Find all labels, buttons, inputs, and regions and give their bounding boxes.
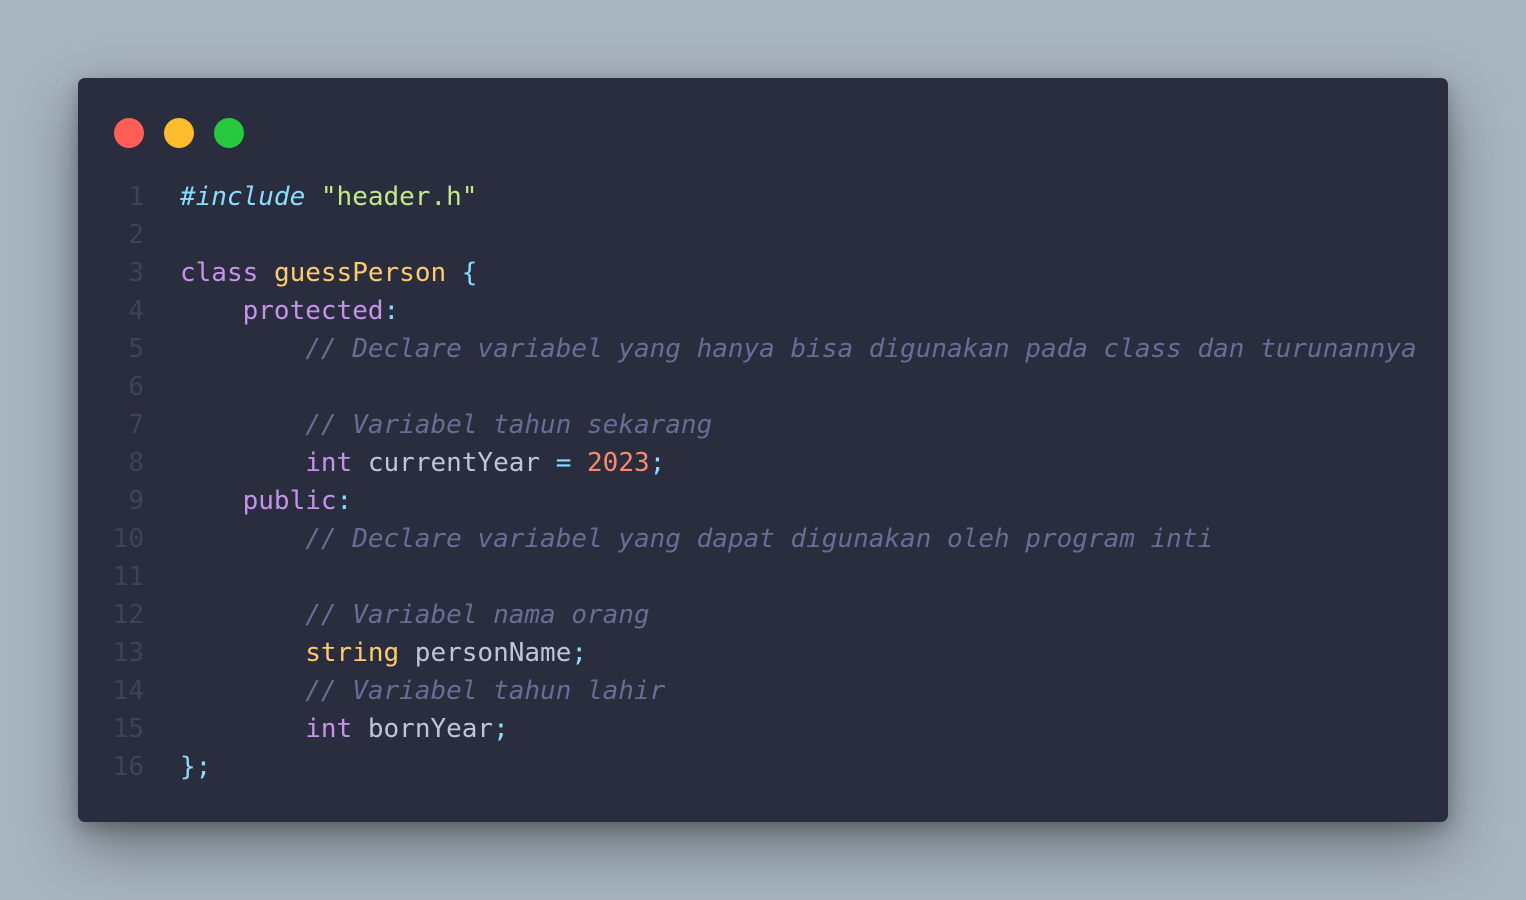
line-content: // Declare variabel yang hanya bisa digu… xyxy=(180,330,1417,368)
close-dot-icon[interactable] xyxy=(114,118,144,148)
code-line: 14 // Variabel tahun lahir xyxy=(78,672,1448,710)
code-line: 9 public: xyxy=(78,482,1448,520)
line-number: 1 xyxy=(128,182,144,212)
code-token-comment: // Variabel tahun sekarang xyxy=(305,410,713,440)
line-number: 11 xyxy=(112,562,144,592)
code-line: 7 // Variabel tahun sekarang xyxy=(78,406,1448,444)
line-number: 5 xyxy=(128,334,144,364)
line-content: // Variabel tahun lahir xyxy=(180,672,665,710)
line-number: 10 xyxy=(112,524,144,554)
line-number: 2 xyxy=(128,220,144,250)
code-line: 1 #include "header.h" xyxy=(78,178,1448,216)
code-token-plain: bornYear xyxy=(352,714,494,744)
line-number: 12 xyxy=(112,600,144,630)
code-token-keyword: int xyxy=(305,714,353,744)
code-line: 8 int currentYear = 2023; xyxy=(78,444,1448,482)
line-content: #include "header.h" xyxy=(180,178,477,216)
code-token-number: 2023 xyxy=(587,448,650,478)
code-token-comment: // Variabel nama orang xyxy=(305,600,650,630)
line-number: 7 xyxy=(128,410,144,440)
line-number: 9 xyxy=(128,486,144,516)
code-line: 16}; xyxy=(78,748,1448,786)
code-token-keyword: class xyxy=(180,258,259,288)
line-content: int currentYear = 2023; xyxy=(180,444,665,482)
code-token-class-name: guessPerson xyxy=(273,258,447,288)
line-content: // Variabel tahun sekarang xyxy=(180,406,712,444)
line-content: protected: xyxy=(180,292,400,330)
code-token-punct: : xyxy=(336,486,353,516)
code-line: 11 xyxy=(78,558,1448,596)
line-number: 14 xyxy=(112,676,144,706)
line-content: public: xyxy=(180,482,353,520)
window-controls xyxy=(114,118,244,148)
code-token-type: string xyxy=(305,638,400,668)
line-content: class guessPerson { xyxy=(180,254,477,292)
code-token-comment: // Declare variabel yang dapat digunakan… xyxy=(305,524,1214,554)
line-number: 8 xyxy=(128,448,144,478)
code-token-punct: ; xyxy=(649,448,666,478)
code-token-op: = xyxy=(555,448,572,478)
minimize-dot-icon[interactable] xyxy=(164,118,194,148)
line-number: 6 xyxy=(128,372,144,402)
code-line: 4 protected: xyxy=(78,292,1448,330)
line-content: string personName; xyxy=(180,634,587,672)
code-token-keyword: public xyxy=(242,486,337,516)
line-number: 13 xyxy=(112,638,144,668)
code-block: 1 #include "header.h" 2 3 class guessPerson … xyxy=(78,178,1448,786)
line-content: int bornYear; xyxy=(180,710,509,748)
code-token-punct: }; xyxy=(180,752,212,782)
code-token-include: #include xyxy=(180,182,306,212)
code-line: 6 xyxy=(78,368,1448,406)
code-window: 1 #include "header.h" 2 3 class guessPerson … xyxy=(78,78,1448,822)
code-token-punct: ; xyxy=(571,638,587,668)
code-line: 2 xyxy=(78,216,1448,254)
code-token-keyword: protected xyxy=(242,296,384,326)
code-line: 3 class guessPerson { xyxy=(78,254,1448,292)
code-line: 10 // Declare variabel yang dapat diguna… xyxy=(78,520,1448,558)
code-token-plain: currentYear xyxy=(352,448,556,478)
maximize-dot-icon[interactable] xyxy=(214,118,244,148)
code-line: 12 // Variabel nama orang xyxy=(78,596,1448,634)
code-token-punct: : xyxy=(383,296,400,326)
code-line: 15 int bornYear; xyxy=(78,710,1448,748)
code-token-comment: // Declare variabel yang hanya bisa digu… xyxy=(305,334,1417,364)
line-content: // Variabel nama orang xyxy=(180,596,650,634)
line-content: }; xyxy=(180,748,211,786)
code-token-comment: // Variabel tahun lahir xyxy=(305,676,666,706)
code-token-punct: { xyxy=(461,258,478,288)
code-token-plain: personName xyxy=(399,638,572,668)
code-line: 5 // Declare variabel yang hanya bisa di… xyxy=(78,330,1448,368)
line-content: // Declare variabel yang dapat digunakan… xyxy=(180,520,1213,558)
code-token-punct: ; xyxy=(493,714,509,744)
code-token-string: "header.h" xyxy=(320,182,478,212)
line-number: 3 xyxy=(128,258,144,288)
line-number: 4 xyxy=(128,296,144,326)
code-token-keyword: int xyxy=(305,448,353,478)
code-line: 13 string personName; xyxy=(78,634,1448,672)
line-number: 16 xyxy=(112,752,144,782)
line-number: 15 xyxy=(112,714,144,744)
